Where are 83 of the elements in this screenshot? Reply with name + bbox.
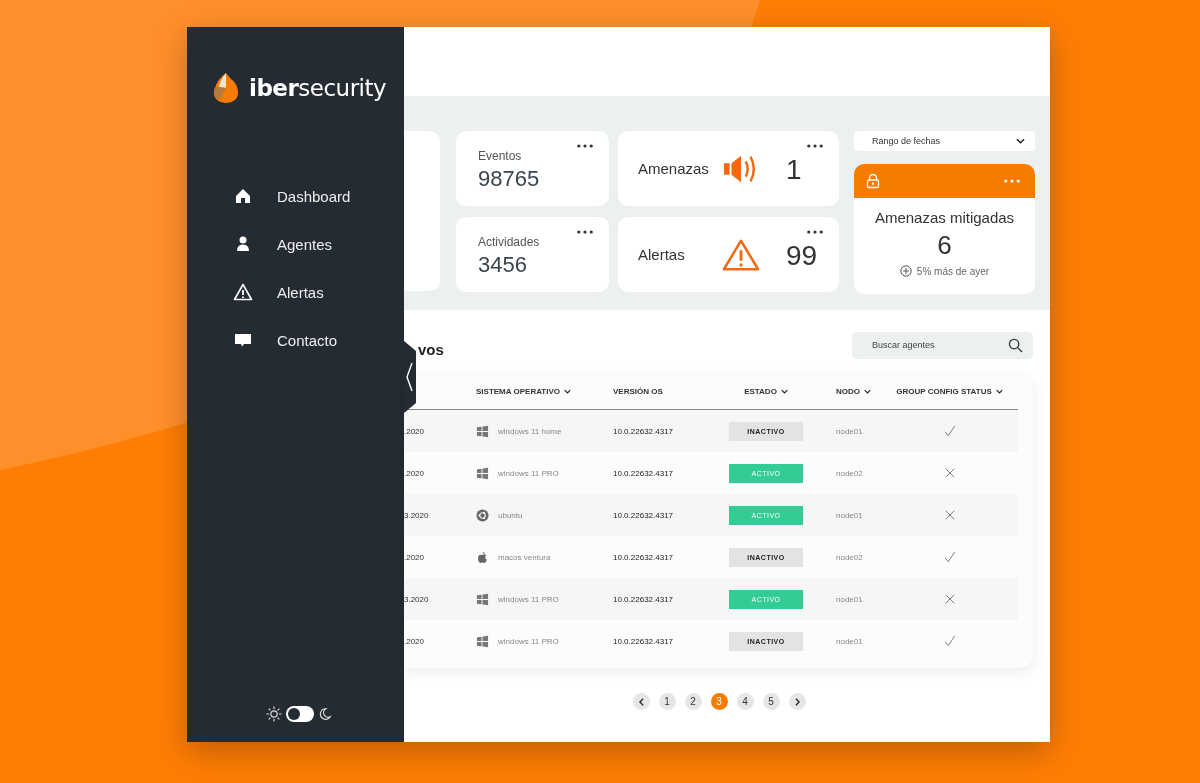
moon-icon bbox=[317, 707, 332, 721]
table-cell-text: node01 bbox=[835, 426, 864, 436]
search-input[interactable]: Buscar agentes bbox=[870, 339, 1008, 351]
table-cell: macos ventura bbox=[498, 552, 551, 562]
more-icon[interactable] bbox=[807, 144, 823, 148]
nav-item[interactable]: Dashboard bbox=[233, 183, 404, 209]
sun-icon bbox=[265, 706, 282, 722]
more-icon[interactable] bbox=[577, 230, 593, 234]
lock-icon bbox=[865, 173, 881, 189]
home-icon bbox=[233, 186, 253, 206]
stat-value: 1 bbox=[786, 153, 802, 186]
more-icon[interactable] bbox=[577, 144, 593, 148]
stat-value: 98765 bbox=[478, 166, 541, 192]
table-cell-text: 3.2020 bbox=[404, 594, 430, 604]
collapse-handle[interactable] bbox=[404, 341, 418, 413]
windows-icon bbox=[476, 466, 489, 480]
table-cell-text: .2020 bbox=[404, 426, 426, 436]
search-icon bbox=[1008, 337, 1023, 353]
chevron-left-icon bbox=[638, 697, 644, 706]
chevron-right-icon bbox=[794, 697, 800, 706]
nav-item[interactable]: Contacto bbox=[233, 327, 404, 353]
table-cell-text: node01 bbox=[835, 636, 864, 646]
search-field[interactable]: Buscar agentes bbox=[852, 331, 1033, 359]
table-cell-text: 10.0.22632.4317 bbox=[613, 552, 675, 562]
nav-item[interactable]: Agentes bbox=[233, 231, 404, 257]
table-cell: windows 11 PRO bbox=[498, 636, 559, 646]
column-header[interactable]: GROUP CONFIG STATUS bbox=[881, 387, 1018, 396]
card-title: Amenazas mitigadas bbox=[874, 209, 1015, 226]
section-title: vos bbox=[417, 340, 444, 358]
column-header[interactable]: ESTADO bbox=[718, 387, 814, 396]
caret-icon bbox=[995, 389, 1003, 394]
table-cell-text: node01 bbox=[835, 510, 864, 520]
caret-icon bbox=[1016, 138, 1025, 144]
column-header[interactable]: SISTEMA OPERATIVO bbox=[476, 387, 613, 396]
column-header[interactable]: VERSIÓN OS bbox=[613, 387, 718, 396]
table-cell-text: node01 bbox=[835, 594, 864, 604]
more-icon[interactable] bbox=[807, 230, 823, 234]
stat-label: Eventos bbox=[478, 149, 523, 163]
previous-page-button[interactable] bbox=[632, 693, 650, 710]
stat-label: Amenazas bbox=[638, 160, 710, 177]
table-cell-text: .2020 bbox=[404, 468, 426, 478]
table-cell-text: node02 bbox=[835, 468, 864, 478]
stat-value: 6 bbox=[937, 230, 952, 261]
page-button[interactable]: 5 bbox=[762, 693, 780, 710]
logo-icon bbox=[211, 71, 241, 105]
table-cell: windows 11 PRO bbox=[498, 594, 559, 604]
trend-note: 5% más de ayer bbox=[916, 265, 990, 277]
table-cell-text: .2020 bbox=[404, 636, 426, 646]
table-cell: windows 11 home bbox=[498, 426, 562, 436]
next-page-button[interactable] bbox=[788, 693, 806, 710]
stat-label: Actividades bbox=[478, 235, 541, 249]
stat-value: 99 bbox=[786, 239, 818, 272]
warning-icon bbox=[722, 237, 760, 272]
windows-icon bbox=[476, 424, 489, 438]
table-cell-text: 10.0.22632.4317 bbox=[613, 426, 675, 436]
nav-item[interactable]: Alertas bbox=[233, 279, 404, 305]
page-button[interactable]: 2 bbox=[684, 693, 702, 710]
caret-icon bbox=[780, 389, 788, 394]
table-cell: windows 11 PRO bbox=[498, 468, 559, 478]
page-button[interactable]: 1 bbox=[658, 693, 676, 710]
windows-icon bbox=[476, 634, 489, 648]
table-cell-text: 10.0.22632.4317 bbox=[613, 468, 675, 478]
caret-icon bbox=[864, 389, 871, 394]
ubuntu-icon bbox=[476, 508, 489, 522]
table-cell: ubuntu bbox=[498, 510, 523, 520]
table-cell-text: node02 bbox=[835, 552, 864, 562]
column-header[interactable]: NODO bbox=[814, 387, 881, 396]
caret-icon bbox=[564, 389, 571, 394]
table-cell-text: .2020 bbox=[404, 552, 426, 562]
stat-value: 3456 bbox=[478, 252, 528, 278]
windows-icon bbox=[476, 592, 489, 606]
apple-icon bbox=[476, 550, 489, 564]
plus-icon bbox=[899, 265, 912, 277]
table-cell-text: 3.2020 bbox=[404, 510, 430, 520]
stat-label: Alertas bbox=[638, 246, 686, 263]
table-cell-text: 10.0.22632.4317 bbox=[613, 636, 675, 646]
table-cell-text: 10.0.22632.4317 bbox=[613, 594, 675, 604]
warning-icon bbox=[233, 282, 253, 302]
table-cell-text: 10.0.22632.4317 bbox=[613, 510, 675, 520]
page-button[interactable]: 4 bbox=[736, 693, 754, 710]
date-range-dropdown[interactable]: Rango de fechas bbox=[854, 131, 1035, 151]
logo-text: ibersecurity bbox=[249, 75, 387, 101]
theme-toggle[interactable] bbox=[285, 706, 314, 722]
